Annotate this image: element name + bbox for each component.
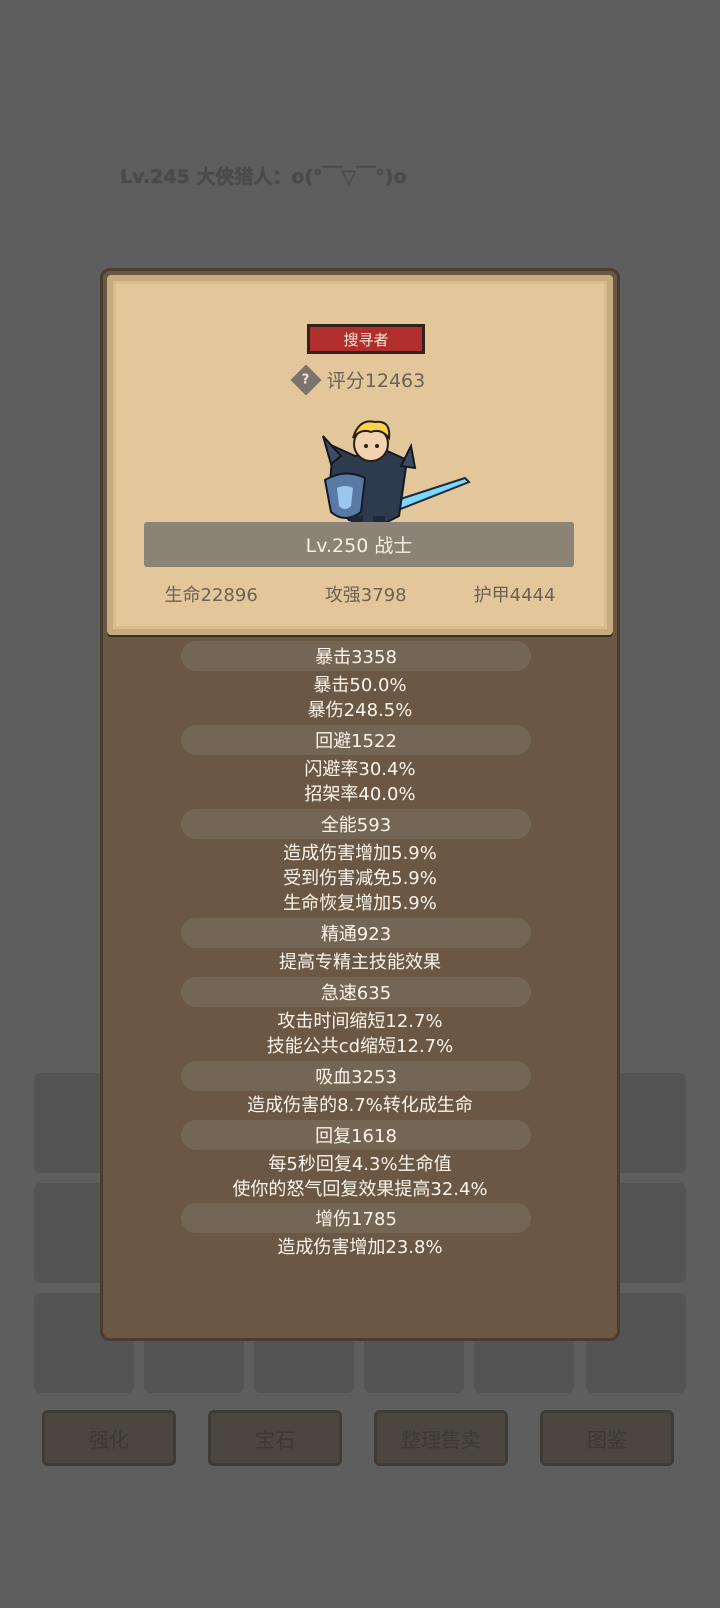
attr-header-lifesteal: 吸血3253 (181, 1061, 531, 1091)
codex-button[interactable]: 图鉴 (540, 1410, 674, 1466)
gem-button[interactable]: 宝石 (208, 1410, 342, 1466)
attr-header-regen: 回复1618 (181, 1120, 531, 1150)
character-detail-dialog[interactable]: 搜寻者 ? 评分12463 Lv.250 战士 生命22896 攻强3798 护… (100, 268, 620, 1341)
attr-line: 暴伤248.5% (307, 700, 413, 721)
attr-line: 造成伤害增加5.9% (283, 843, 437, 864)
attr-line: 使你的怒气回复效果提高32.4% (232, 1179, 488, 1200)
attr-line: 造成伤害增加23.8% (277, 1237, 443, 1258)
attr-line: 生命恢复增加5.9% (283, 893, 437, 914)
help-icon[interactable]: ? (290, 363, 322, 396)
attr-line: 攻击时间缩短12.7% (277, 1011, 443, 1032)
attr-header-mastery: 精通923 (181, 918, 531, 948)
attr-line: 受到伤害减免5.9% (283, 868, 437, 889)
sort-sell-button[interactable]: 整理售卖 (374, 1410, 508, 1466)
enhance-button[interactable]: 强化 (42, 1410, 176, 1466)
attr-line: 提高专精主技能效果 (279, 952, 441, 973)
attr-line: 闪避率30.4% (304, 759, 416, 780)
attr-line: 每5秒回复4.3%生命值 (268, 1154, 452, 1175)
attr-line: 暴击50.0% (313, 675, 407, 696)
score-row: ? 评分12463 (113, 363, 607, 396)
level-class-bar: Lv.250 战士 (144, 522, 574, 567)
hp-stat: 生命22896 (164, 585, 258, 606)
title-tag: 搜寻者 (307, 324, 425, 354)
attr-header-haste: 急速635 (181, 977, 531, 1007)
score-text: 评分12463 (326, 370, 426, 392)
warrior-character-icon (322, 420, 471, 530)
attr-header-dodge: 回避1522 (181, 725, 531, 755)
attack-stat: 攻强3798 (324, 585, 407, 606)
player-title: Lv.245 大侠猎人：o(°￣▽￣°)o (120, 166, 407, 188)
attr-line: 招架率40.0% (304, 784, 416, 805)
base-stats: 生命22896 攻强3798 护甲4444 (113, 581, 607, 607)
armor-stat: 护甲4444 (473, 585, 556, 606)
attr-header-crit: 暴击3358 (181, 641, 531, 671)
attr-header-damage-boost: 增伤1785 (181, 1203, 531, 1233)
character-card: 搜寻者 ? 评分12463 Lv.250 战士 生命22896 攻强3798 护… (107, 275, 613, 635)
attr-line: 造成伤害的8.7%转化成生命 (247, 1095, 473, 1116)
attr-header-versatility: 全能593 (181, 809, 531, 839)
attr-line: 技能公共cd缩短12.7% (266, 1036, 454, 1057)
